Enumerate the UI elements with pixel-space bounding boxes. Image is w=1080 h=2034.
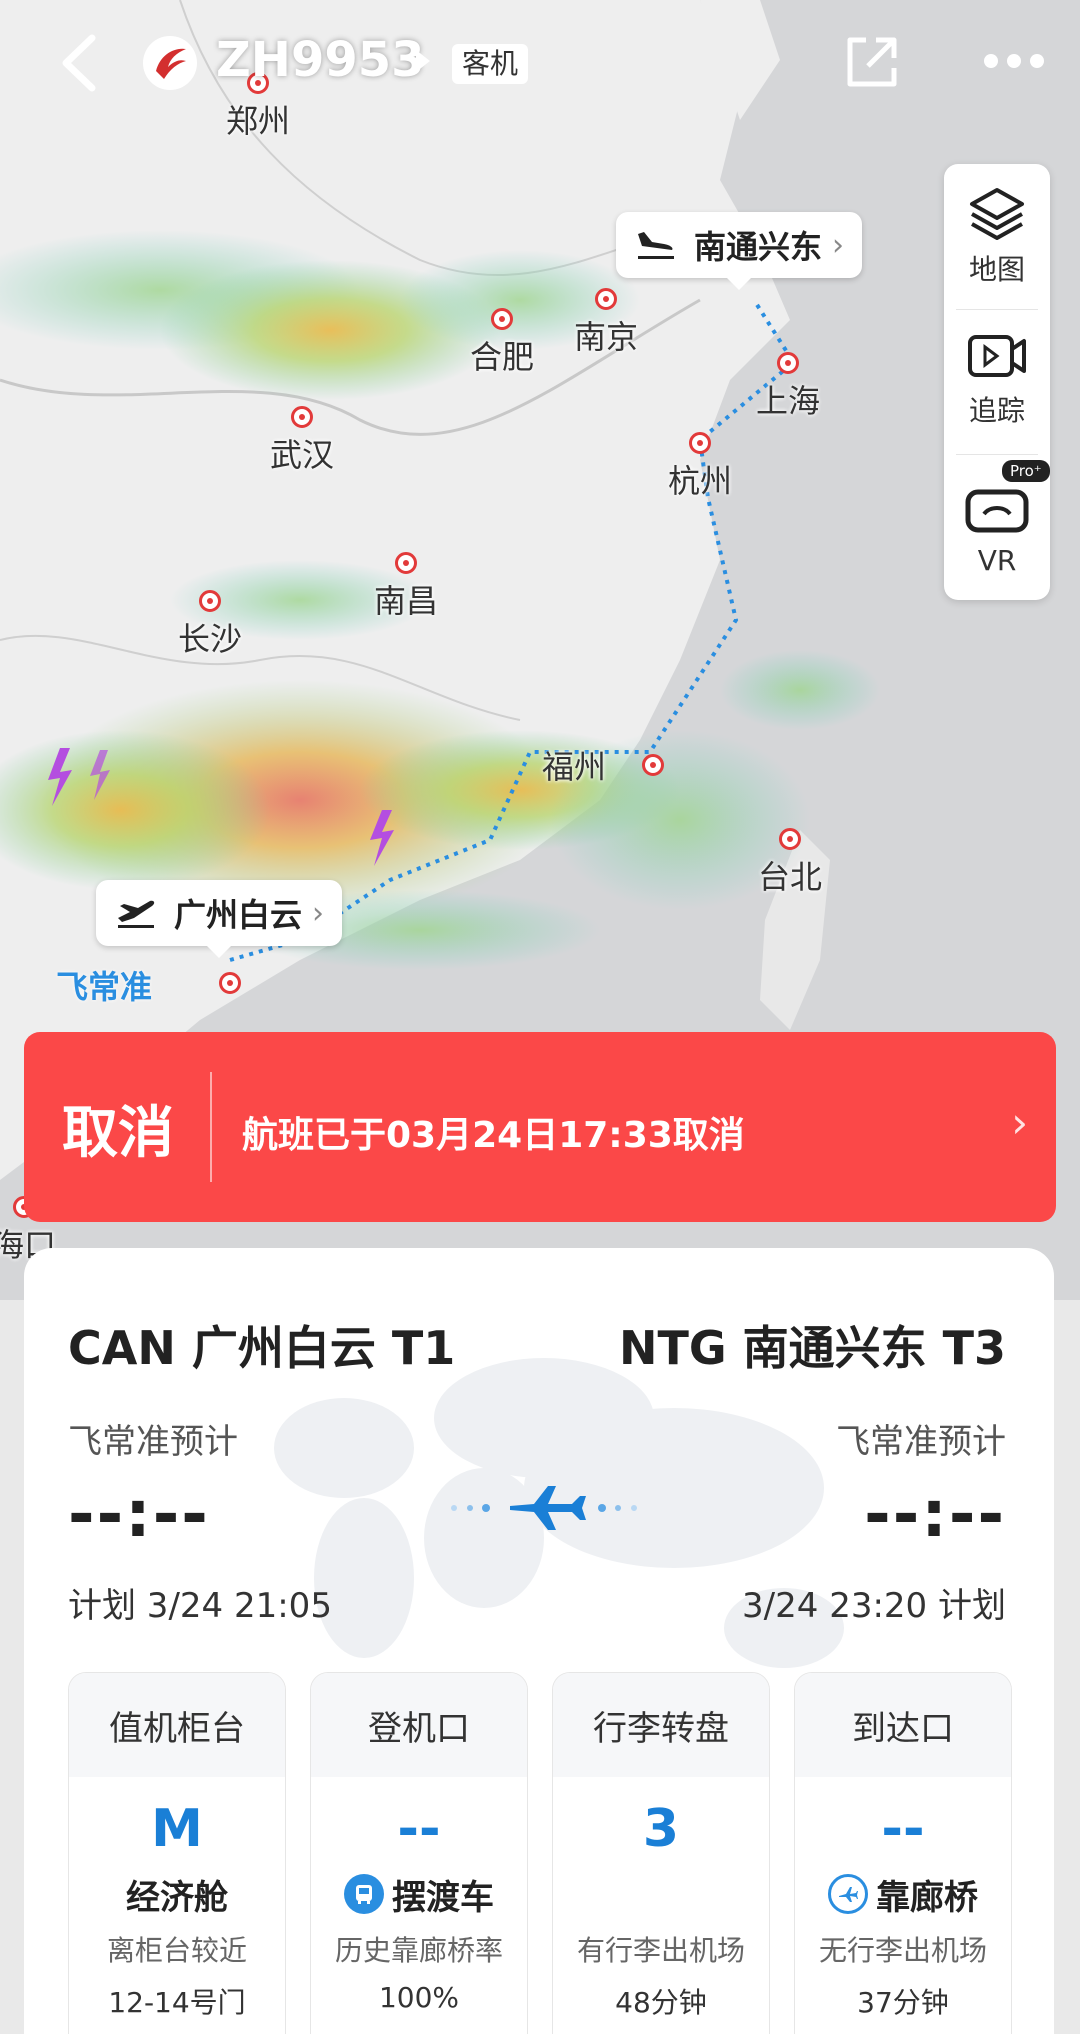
city-hefei: 合肥 [470,308,534,378]
city-nanjing: 南京 [574,288,638,358]
tile-header: 登机口 [311,1673,527,1777]
departure-callout-label: 广州白云 [174,896,303,934]
tile-subtitle: 经济舱 [126,1877,228,1918]
landing-icon [638,232,674,259]
chevron-right-icon: › [1011,1098,1028,1147]
share-button[interactable] [842,34,900,92]
more-options-button[interactable] [984,54,1044,70]
aircraft-type-badge: 客机 [452,44,529,84]
flight-number[interactable]: ZH9953 [216,32,425,88]
tile-note-value: 48分钟 [615,1986,707,2019]
pro-badge: Pro⁺ [1002,460,1050,482]
departure-plan-time: 计划 3/24 21:05 [68,1586,332,1626]
departure-estimate-time: --:-- [68,1478,210,1552]
departure-estimate-label: 飞常准预计 [68,1422,238,1462]
map-layer-button[interactable]: 地图 [944,164,1050,309]
tile-value: -- [397,1799,441,1859]
chevron-right-icon: › [832,227,845,263]
departure-airport-marker [219,972,241,994]
map-tools-panel: 地图 追踪 VR Pro⁺ [944,164,1050,600]
departure-airport-callout[interactable]: 广州白云 › [96,880,343,946]
tile-subtitle [553,1871,769,1917]
boarding-gate-tile[interactable]: 登机口 -- 摆渡车 历史靠廊桥率 100% [310,1672,528,2034]
tile-subtitle: 摆渡车 [311,1871,527,1918]
arrival-callout-label: 南通兴东 [694,228,823,266]
tile-note: 无行李出机场 [818,1934,987,1967]
city-nanchang: 南昌 [374,552,438,622]
shenzhen-airlines-logo-icon [156,48,186,79]
flight-status: 取消 [62,1101,174,1166]
airline-logo [143,36,197,90]
arrival-estimate-time: --:-- [864,1478,1006,1552]
track-button[interactable]: 追踪 [944,309,1050,454]
map-label: 地图 [968,253,1025,286]
back-button[interactable] [52,30,112,96]
city-hangzhou: 杭州 [668,432,732,502]
back-arrow-icon [62,34,96,92]
flight-progress-indicator [444,1478,644,1538]
airplane-icon [451,1486,637,1530]
tile-note-value: 37分钟 [857,1986,949,2019]
arrival-plan-time: 3/24 23:20 计划 [742,1586,1006,1626]
track-label: 追踪 [968,394,1025,427]
tile-value: M [151,1799,203,1859]
vr-label: VR [977,544,1017,577]
city-taipei: 台北 [758,828,822,898]
tile-value: 3 [642,1799,680,1859]
video-track-icon [968,335,1026,377]
baggage-carousel-tile[interactable]: 行李转盘 3 有行李出机场 48分钟 [552,1672,770,2034]
tile-header: 行李转盘 [553,1673,769,1777]
tile-note: 有行李出机场 [576,1934,745,1967]
dot-icon [1030,54,1044,68]
cancellation-banner[interactable]: 取消 航班已于03月24日17:33取消 › [24,1032,1056,1222]
arrival-estimate-label: 飞常准预计 [836,1422,1006,1462]
top-bar: ZH9953 客机 [0,0,1080,130]
cancellation-message: 航班已于03月24日17:33取消 [242,1115,745,1156]
flight-dropdown-arrow-icon[interactable] [416,50,430,72]
tile-header: 值机柜台 [69,1673,285,1777]
fcz-watermark: 飞常准 [56,968,153,1006]
city-shanghai: 上海 [756,352,820,422]
flight-info-card: CAN 广州白云 T1 NTG 南通兴东 T3 飞常准预计 飞常准预计 --:-… [24,1248,1054,2034]
jet-bridge-icon [828,1874,868,1914]
vr-glasses-icon [965,489,1029,533]
arrival-exit-tile[interactable]: 到达口 -- 靠廊桥 无行李出机场 37分钟 [794,1672,1012,2034]
shuttle-bus-icon [344,1874,384,1914]
tile-note-value: 100% [378,1981,460,2014]
dot-icon [1007,54,1021,68]
tile-note-value: 12-14号门 [108,1986,246,2019]
tile-header: 到达口 [795,1673,1011,1777]
airport-info-tiles: 值机柜台 M 经济舱 离柜台较近 12-14号门 登机口 -- 摆渡车 历史靠廊… [68,1672,1012,2034]
chevron-right-icon: › [312,895,325,931]
takeoff-icon [118,900,155,928]
city-wuhan: 武汉 [270,406,334,476]
layers-icon [970,188,1024,240]
departure-airport-title[interactable]: CAN 广州白云 T1 [68,1312,455,1378]
checkin-counter-tile[interactable]: 值机柜台 M 经济舱 离柜台较近 12-14号门 [68,1672,286,2034]
share-icon [847,37,897,87]
arrival-airport-title[interactable]: NTG 南通兴东 T3 [619,1312,1006,1378]
banner-divider [210,1072,212,1182]
city-fuzhou: 福州 [542,740,664,788]
tile-note: 离柜台较近 [106,1934,247,1967]
tile-note: 历史靠廊桥率 [334,1934,503,1967]
tile-subtitle: 靠廊桥 [795,1871,1011,1918]
dot-icon [984,54,998,68]
arrival-airport-callout[interactable]: 南通兴东 › [616,212,863,278]
city-changsha: 长沙 [178,590,242,660]
tile-value: -- [881,1799,925,1859]
